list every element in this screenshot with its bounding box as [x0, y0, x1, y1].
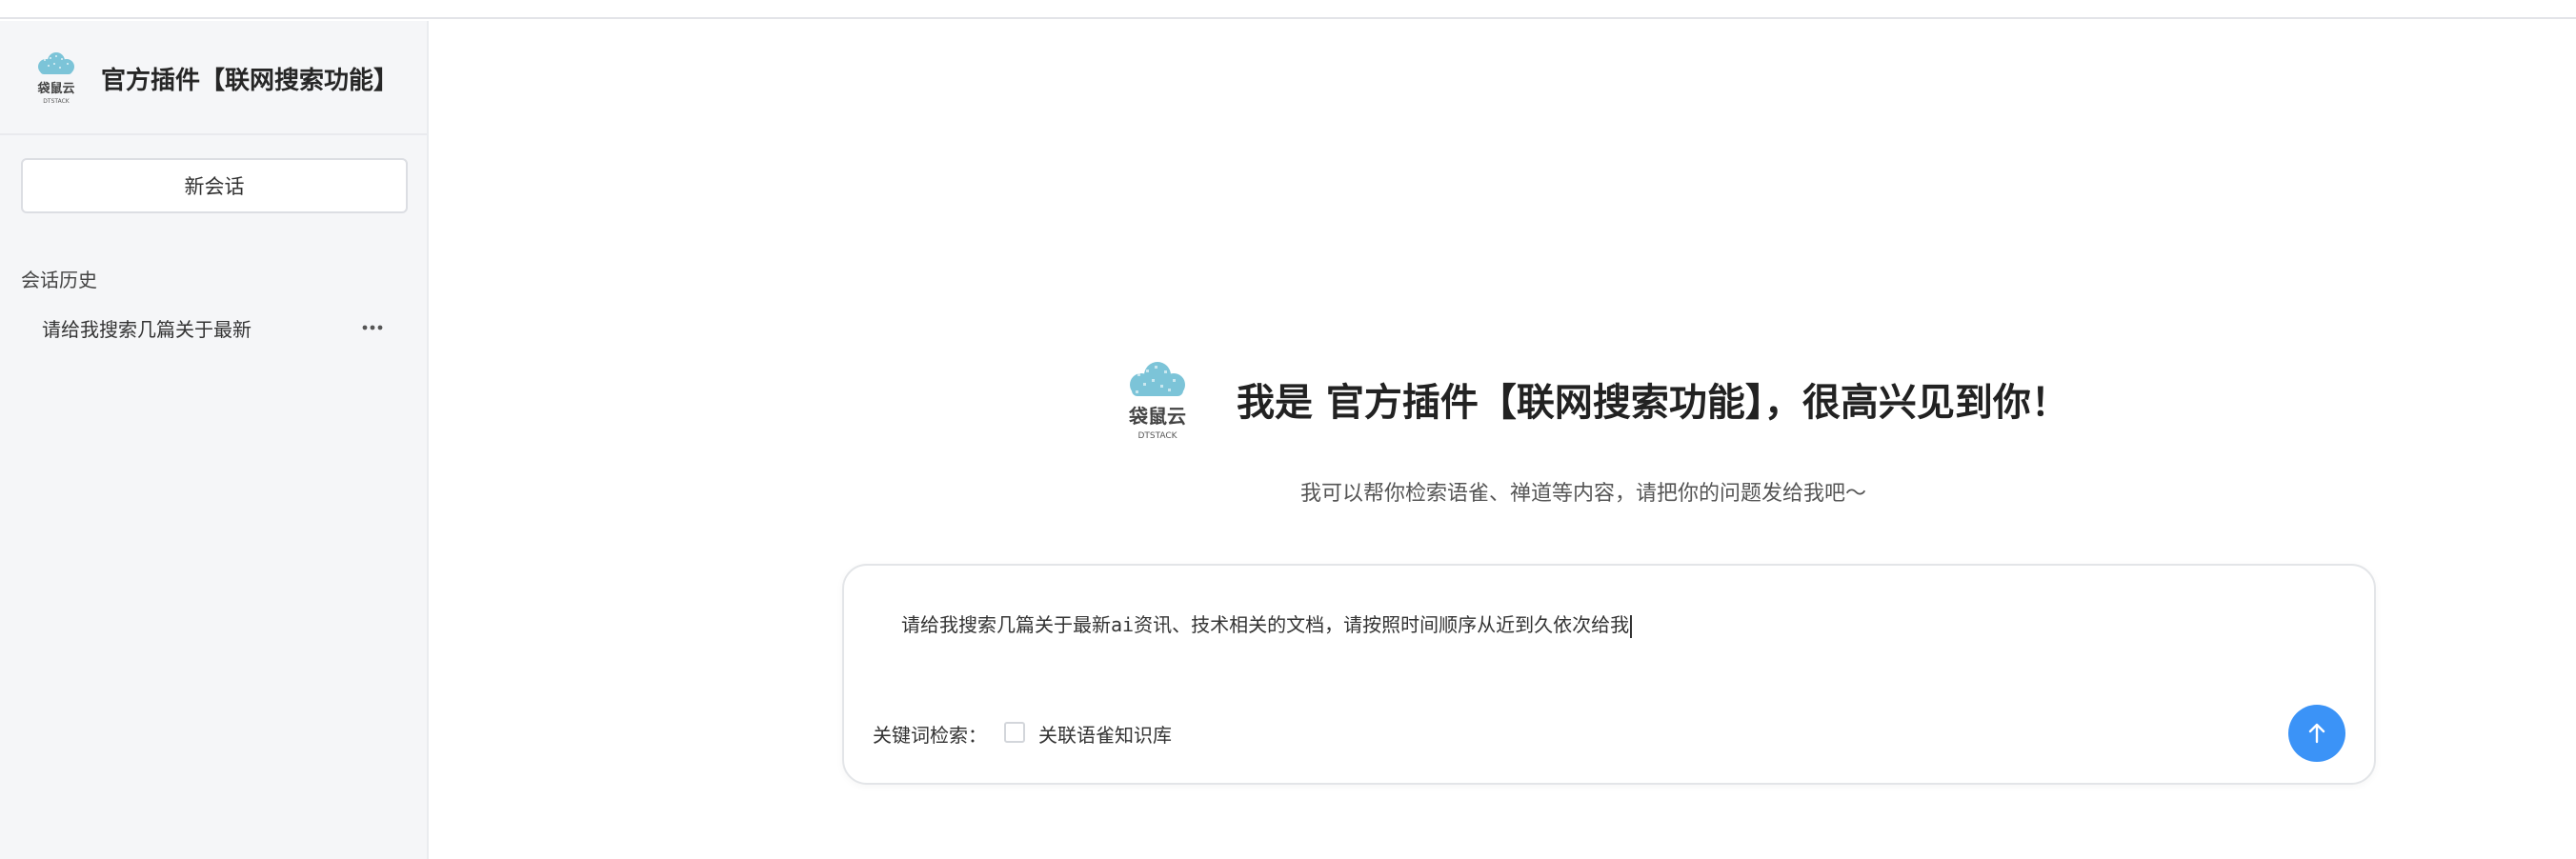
svg-text:袋鼠云: 袋鼠云	[1128, 405, 1186, 428]
svg-text:DTSTACK: DTSTACK	[1137, 431, 1177, 441]
ystack-logo-icon: 袋鼠云 DTSTACK	[36, 52, 75, 105]
ystack-logo-icon: 袋鼠云 DTSTACK	[1128, 362, 1186, 441]
keyword-search-label: 关键词检索：	[873, 724, 987, 747]
svg-text:袋鼠云: 袋鼠云	[36, 81, 74, 96]
chat-composer: 请给我搜索几篇关于最新ai资讯、技术相关的文档，请按照时间顺序从近到久依次给我 …	[842, 564, 2376, 785]
welcome-title: 我是 官方插件【联网搜索功能】，很高兴见到你！	[1237, 381, 2069, 425]
yuque-knowledge-checkbox[interactable]	[1004, 722, 1025, 743]
top-border	[0, 0, 2576, 19]
history-item-label: 请给我搜索几篇关于最新	[42, 317, 252, 341]
sidebar: 袋鼠云 DTSTACK 官方插件【联网搜索功能】 新会话 会话历史 请给我搜索几…	[0, 21, 429, 859]
svg-text:DTSTACK: DTSTACK	[43, 98, 70, 105]
more-options-icon[interactable]	[358, 314, 387, 341]
welcome-hero: 袋鼠云 DTSTACK 我是 官方插件【联网搜索功能】，很高兴见到你！	[1120, 356, 2069, 442]
history-item[interactable]: 请给我搜索几篇关于最新	[21, 307, 408, 349]
text-caret	[1630, 614, 1633, 638]
welcome-subtitle: 我可以帮你检索语雀、禅道等内容，请把你的问题发给我吧～	[1300, 482, 1867, 506]
arrow-up-icon	[2308, 723, 2325, 744]
main-content: 袋鼠云 DTSTACK 我是 官方插件【联网搜索功能】，很高兴见到你！ 我可以帮…	[429, 21, 2576, 859]
history-section-title: 会话历史	[21, 269, 97, 291]
app-title: 官方插件【联网搜索功能】	[101, 67, 399, 95]
new-chat-button[interactable]: 新会话	[21, 158, 408, 213]
chat-input-value: 请给我搜索几篇关于最新ai资讯、技术相关的文档，请按照时间顺序从近到久依次给我	[901, 613, 1630, 636]
send-button[interactable]	[2288, 705, 2345, 762]
chat-input[interactable]: 请给我搜索几篇关于最新ai资讯、技术相关的文档，请按照时间顺序从近到久依次给我	[901, 609, 1633, 638]
sidebar-header: 袋鼠云 DTSTACK 官方插件【联网搜索功能】	[0, 21, 427, 135]
yuque-knowledge-checkbox-label[interactable]: 关联语雀知识库	[1038, 720, 1172, 748]
